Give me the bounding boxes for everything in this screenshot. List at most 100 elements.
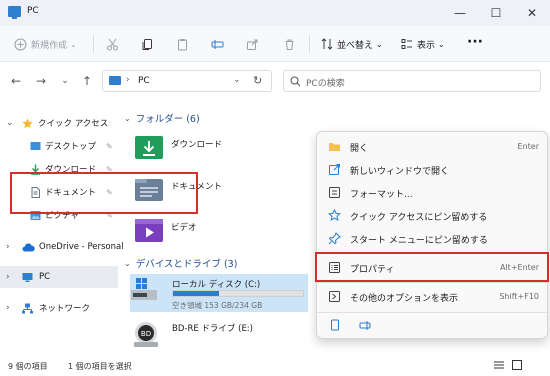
sort-label: 並べ替え bbox=[337, 40, 374, 51]
folders-group-header[interactable]: ⌄ フォルダー (6) bbox=[124, 111, 200, 126]
breadcrumb-separator: › bbox=[126, 75, 130, 85]
open-folder-icon bbox=[329, 143, 340, 151]
sidebar-item-network[interactable]: › ネットワーク bbox=[0, 297, 118, 319]
copy-button[interactable] bbox=[141, 35, 154, 53]
copy-icon bbox=[142, 38, 152, 50]
breadcrumb-pc[interactable]: PC bbox=[138, 76, 150, 86]
pin-icon[interactable]: ✎ bbox=[106, 142, 113, 151]
up-button[interactable]: ↑ bbox=[79, 73, 95, 89]
address-dropdown-icon[interactable]: ⌄ bbox=[233, 75, 241, 85]
context-menu: 開く Enter 新しいウィンドウで開く フォーマット... クイック アクセス… bbox=[316, 131, 549, 339]
chevron-down-icon[interactable]: ⌄ bbox=[6, 118, 14, 128]
rename-icon bbox=[211, 39, 224, 49]
search-input[interactable]: PCの検索 bbox=[283, 70, 541, 92]
toolbar-divider bbox=[93, 35, 94, 53]
drive-name: BD-RE ドライブ (E:) bbox=[172, 324, 253, 334]
group-title: フォルダー (6) bbox=[135, 114, 200, 125]
search-icon bbox=[290, 76, 301, 87]
details-view-icon[interactable] bbox=[494, 360, 504, 370]
desktop-icon bbox=[30, 141, 41, 150]
menu-item-label: 開く bbox=[350, 144, 369, 154]
menu-item-open[interactable]: 開く Enter bbox=[317, 135, 549, 158]
menu-item-label: クイック アクセスにピン留めする bbox=[350, 213, 488, 223]
videos-folder-icon bbox=[135, 219, 163, 242]
tiles-view-icon[interactable] bbox=[512, 360, 522, 370]
drives-group-header[interactable]: ⌄ デバイスとドライブ (3) bbox=[124, 256, 237, 271]
item-count: 9 個の項目 bbox=[8, 362, 48, 371]
pc-icon bbox=[109, 76, 121, 85]
rename-icon[interactable] bbox=[359, 319, 372, 332]
sidebar-item-label: デスクトップ bbox=[45, 142, 97, 152]
selected-count: 1 個の項目を選択 bbox=[68, 362, 132, 371]
menu-item-more-options[interactable]: その他のオプションを表示 Shift+F10 bbox=[317, 285, 549, 308]
share-button[interactable] bbox=[246, 35, 259, 53]
scissors-icon bbox=[107, 38, 118, 50]
close-button[interactable]: ✕ bbox=[514, 0, 550, 26]
menu-separator bbox=[317, 282, 549, 283]
toolbar-divider bbox=[309, 35, 310, 53]
chevron-right-icon[interactable]: › bbox=[6, 272, 10, 282]
chevron-down-icon[interactable]: ⌄ bbox=[124, 259, 131, 268]
more-button[interactable]: ··· bbox=[467, 33, 483, 51]
rename-button[interactable] bbox=[211, 35, 224, 53]
sidebar-item-pc[interactable]: › PC bbox=[0, 266, 118, 288]
more-options-icon bbox=[329, 291, 340, 302]
window-title: PC bbox=[27, 6, 39, 16]
back-button[interactable]: ← bbox=[8, 73, 24, 89]
sidebar-item-label: OneDrive - Personal bbox=[39, 242, 124, 252]
folder-videos[interactable]: ビデオ bbox=[134, 216, 254, 250]
drive-highlight-box bbox=[10, 172, 198, 214]
menu-item-format[interactable]: フォーマット... bbox=[317, 181, 549, 204]
pc-app-icon bbox=[8, 6, 21, 19]
view-button[interactable]: 表示 ⌄ bbox=[401, 35, 445, 53]
menu-separator bbox=[317, 312, 549, 313]
sidebar-item-onedrive[interactable]: › OneDrive - Personal bbox=[0, 236, 124, 258]
chevron-right-icon[interactable]: › bbox=[6, 303, 10, 313]
svg-text:BD: BD bbox=[141, 330, 151, 338]
command-bar: 新規作成 ⌄ 並べ替え ⌄ 表示 ⌄ ··· bbox=[0, 26, 550, 62]
pc-icon bbox=[22, 272, 33, 282]
sort-button[interactable]: 並べ替え ⌄ bbox=[321, 35, 383, 53]
new-label: 新規作成 bbox=[31, 40, 68, 51]
title-bar: PC — ☐ ✕ bbox=[0, 0, 550, 26]
clipboard-icon bbox=[178, 38, 187, 50]
sidebar-item-quick-access[interactable]: ⌄ クイック アクセス bbox=[0, 112, 118, 134]
menu-item-shortcut: Enter bbox=[517, 142, 539, 151]
drive-local-disk-c[interactable]: ローカル ディスク (C:) 空き領域 153 GB/234 GB bbox=[130, 274, 308, 312]
copy-icon[interactable] bbox=[329, 319, 341, 332]
star-icon bbox=[22, 118, 33, 128]
share-icon bbox=[247, 39, 258, 50]
delete-button[interactable] bbox=[283, 35, 296, 53]
minimize-button[interactable]: — bbox=[442, 0, 478, 26]
menu-item-open-new-window[interactable]: 新しいウィンドウで開く bbox=[317, 158, 549, 181]
address-bar[interactable]: › PC ⌄ ↻ bbox=[102, 70, 272, 92]
chevron-right-icon[interactable]: › bbox=[6, 242, 10, 252]
trash-icon bbox=[285, 39, 294, 50]
maximize-button[interactable]: ☐ bbox=[478, 0, 514, 26]
new-button[interactable]: 新規作成 ⌄ bbox=[14, 35, 77, 53]
download-folder-icon bbox=[135, 136, 163, 159]
recent-locations-button[interactable]: ⌄ bbox=[57, 73, 73, 89]
menu-item-pin-start[interactable]: スタート メニューにピン留めする bbox=[317, 227, 549, 250]
chevron-down-icon[interactable]: ⌄ bbox=[124, 114, 131, 123]
paste-button[interactable] bbox=[176, 35, 189, 53]
sidebar-item-desktop[interactable]: デスクトップ ✎ bbox=[0, 135, 118, 157]
navigation-pane: ⌄ クイック アクセス デスクトップ ✎ ダウンロード ✎ ドキュメント ✎ ピ… bbox=[0, 100, 124, 354]
refresh-icon[interactable]: ↻ bbox=[253, 74, 262, 87]
cut-button[interactable] bbox=[106, 35, 119, 53]
format-icon bbox=[329, 187, 340, 198]
cloud-icon bbox=[22, 243, 35, 251]
drive-usage-fill bbox=[173, 291, 219, 296]
forward-button[interactable]: → bbox=[33, 73, 49, 89]
menu-item-pin-quick-access[interactable]: クイック アクセスにピン留めする bbox=[317, 204, 549, 227]
drive-usage-bar bbox=[172, 290, 304, 297]
folder-label: ビデオ bbox=[171, 223, 197, 233]
chevron-down-icon: ⌄ bbox=[70, 39, 77, 49]
sidebar-item-label: クイック アクセス bbox=[38, 119, 109, 129]
folder-downloads[interactable]: ダウンロード bbox=[134, 133, 254, 167]
drive-free-space: 空き領域 153 GB/234 GB bbox=[172, 301, 263, 310]
view-list-icon bbox=[401, 39, 412, 49]
new-window-icon bbox=[329, 164, 340, 175]
status-bar: 9 個の項目 1 個の項目を選択 bbox=[0, 354, 550, 376]
properties-highlight-box bbox=[315, 252, 549, 282]
